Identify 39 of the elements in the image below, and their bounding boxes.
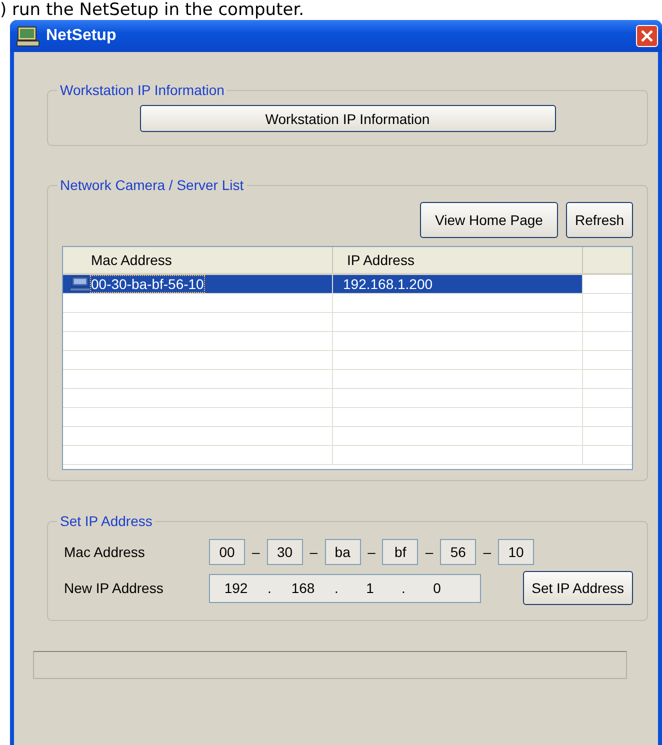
table-cell: 192.168.1.200 [343,276,433,292]
window-title: NetSetup [46,27,118,45]
group-title: Set IP Address [60,513,152,529]
close-button[interactable] [636,25,658,47]
separator: . [266,580,272,596]
computer-icon [16,25,40,47]
mac-octet-field[interactable]: ba [324,539,361,565]
column-header[interactable]: IP Address [333,247,583,273]
caption-text: ) run the NetSetup in the computer. [0,0,304,20]
field-label: Mac Address [63,544,146,560]
mac-octet-field[interactable]: 10 [498,539,534,565]
separator: . [334,580,340,596]
group-title: Network Camera / Server List [60,177,244,193]
mac-octet-field[interactable]: 00 [209,539,245,565]
separator: – [310,544,318,560]
ip-octet-field[interactable]: 1 [344,580,396,596]
ip-octet-field[interactable]: 0 [411,580,463,596]
view-home-page-button[interactable]: View Home Page [420,202,558,238]
table-cell: 00-30-ba-bf-56-10 [91,276,204,292]
workstation-ip-button[interactable]: Workstation IP Information [140,105,556,132]
ip-octet-field[interactable]: 192 [210,580,262,596]
separator: – [252,544,260,560]
separator: – [425,544,434,560]
separator: . [400,580,406,596]
mac-octet-field[interactable]: bf [382,539,418,565]
separator: – [483,544,491,560]
column-header[interactable]: Mac Address [63,247,333,273]
mac-octet-field[interactable]: 30 [266,539,303,565]
ip-octet-field[interactable]: 168 [277,580,329,596]
group-title: Workstation IP Information [60,82,224,98]
computer-icon [69,276,91,292]
table-row[interactable]: 00-30-ba-bf-56-10 192.168.1.200 [63,275,632,294]
set-ip-address-button[interactable]: Set IP Address [522,571,633,605]
mac-octet-field[interactable]: 56 [440,539,476,565]
separator: – [368,544,376,560]
field-label: New IP Address [63,580,164,596]
refresh-button[interactable]: Refresh [566,202,633,238]
close-icon [641,30,653,42]
ip-address-field[interactable]: 192 . 168 . 1 . 0 [209,574,481,602]
